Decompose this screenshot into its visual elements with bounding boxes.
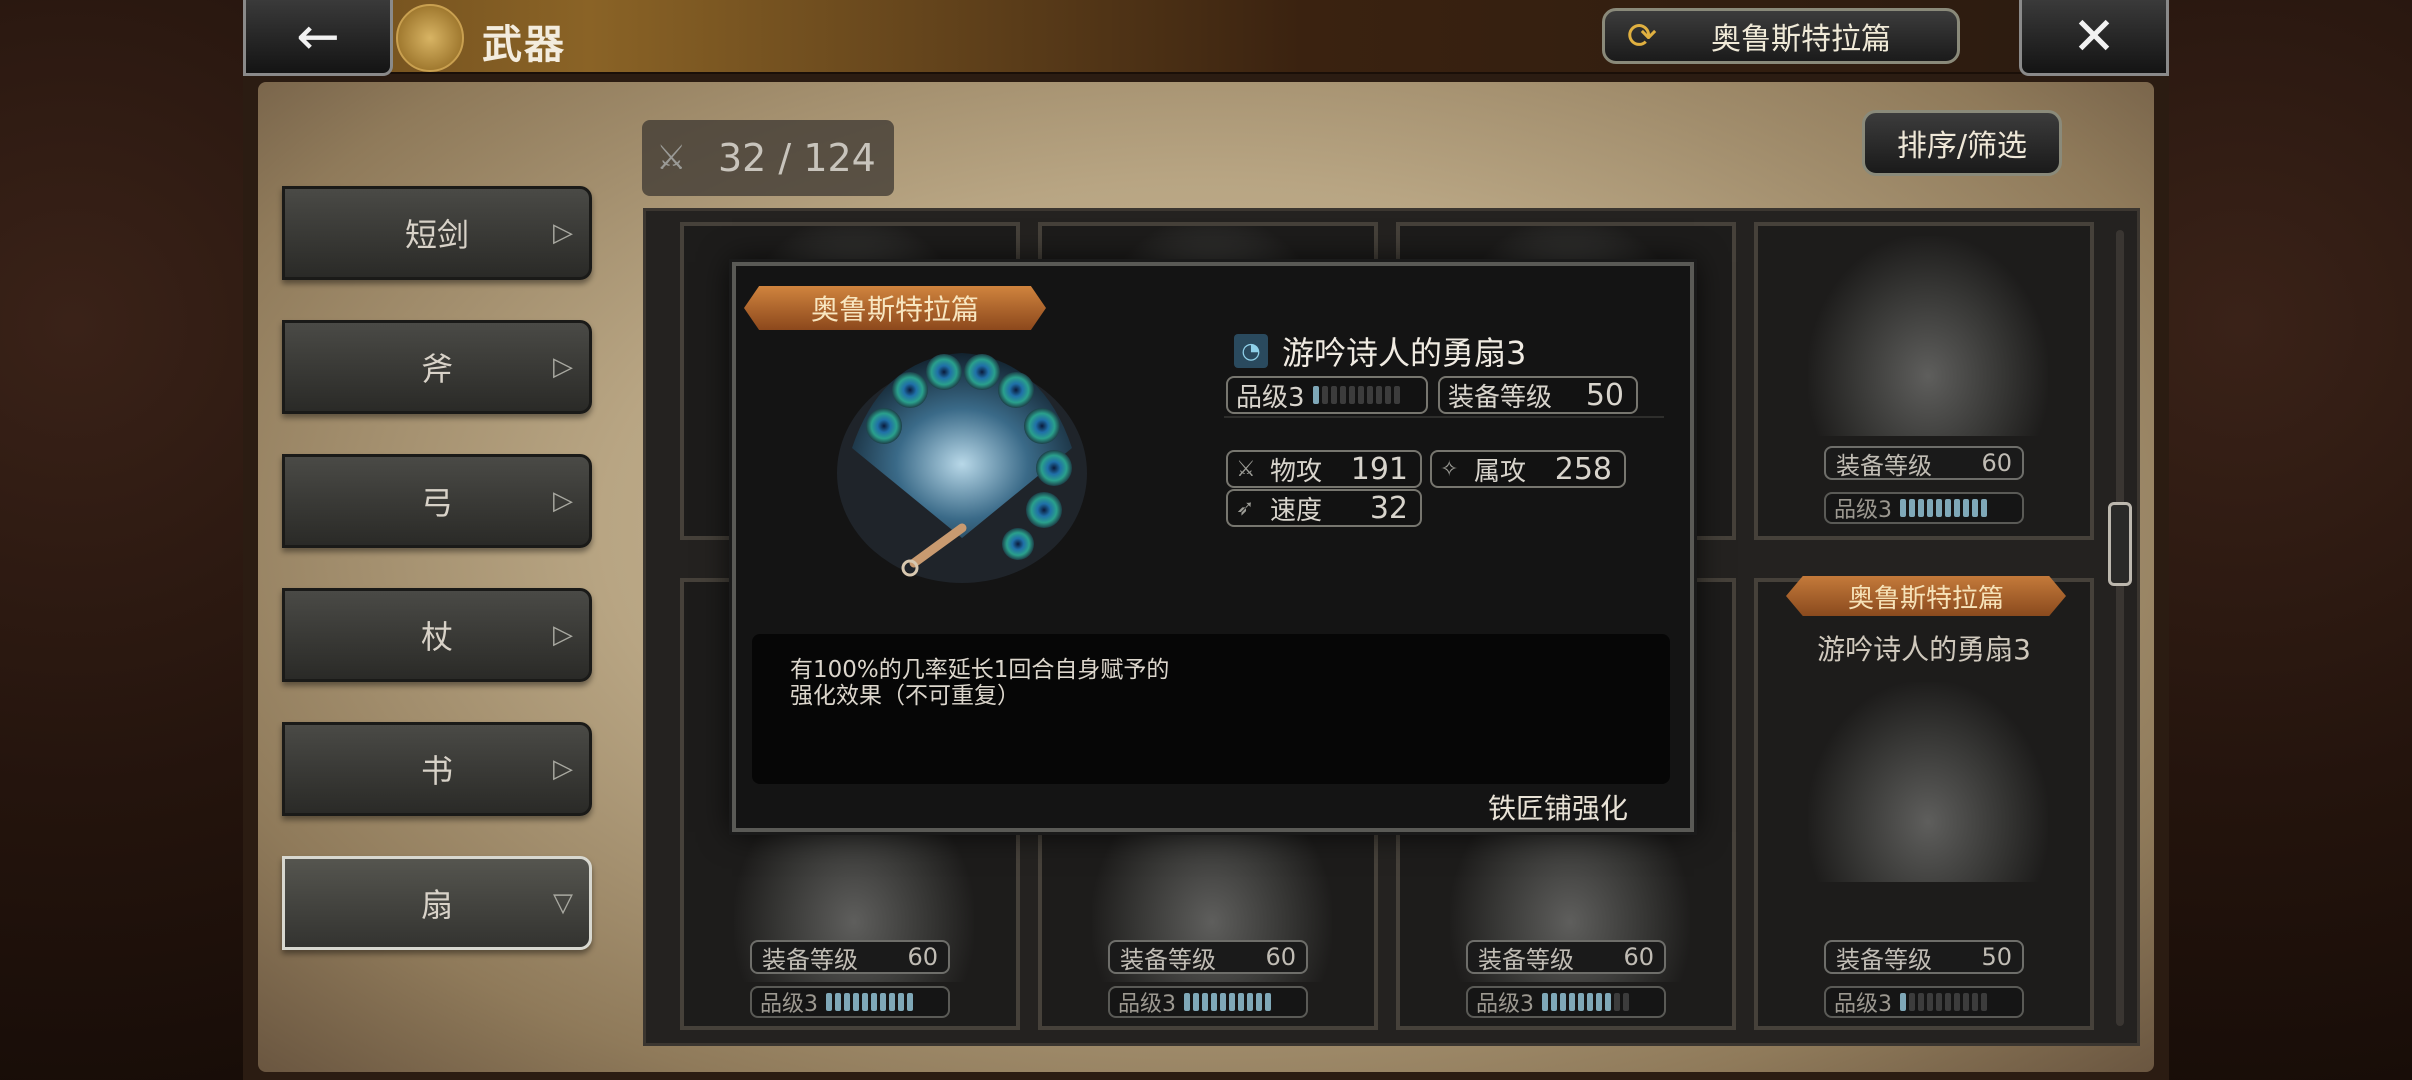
equip-level-label: 装备等级 [1836, 945, 1932, 974]
chevron-right-icon: ▷ [553, 620, 573, 650]
equip-level-label: 装备等级 [1448, 382, 1553, 413]
stat-label: 物攻 [1270, 456, 1323, 487]
sort-filter-button[interactable]: 排序/筛选 [1862, 110, 2062, 176]
weapon-name: 游吟诗人的勇扇3 [1817, 633, 2031, 666]
category-tab-bow[interactable]: 弓 ▷ [282, 454, 592, 548]
equip-level-pill: 装备等级 60 [1108, 940, 1308, 974]
category-tab-tome[interactable]: 书 ▷ [282, 722, 592, 816]
weapon-category-icon [396, 4, 464, 72]
stat-value: 191 [1350, 451, 1408, 487]
equip-level-value: 60 [1265, 943, 1296, 971]
equip-level-value: 60 [907, 943, 938, 971]
stat-label: 速度 [1270, 495, 1323, 526]
category-label: 短剑 [404, 216, 469, 254]
close-icon: ✕ [2072, 6, 2116, 67]
weapon-image [1808, 236, 2048, 436]
category-tab-fan[interactable]: 扇 ▽ [282, 856, 592, 950]
speed-icon: ➶ [1236, 495, 1255, 521]
scrollbar-handle[interactable] [2108, 502, 2132, 586]
scrollbar-track[interactable] [2116, 230, 2124, 1026]
equip-level-pill: 装备等级 50 [1438, 376, 1638, 414]
equip-level-label: 装备等级 [1478, 945, 1574, 974]
inventory-count: ⚔ 32 / 124 [642, 120, 894, 196]
rank-label: 品级3 [1476, 992, 1534, 1017]
divider [1224, 416, 1664, 418]
back-arrow-icon: ← [296, 6, 340, 67]
stat-value: 258 [1554, 451, 1612, 487]
rank-label: 品级3 [1236, 382, 1305, 413]
rank-pill: 品级3 [1824, 492, 2024, 524]
stat-label: 属攻 [1474, 456, 1527, 487]
rank-pill: 品级3 [1466, 986, 1666, 1018]
refresh-icon: ⟳ [1626, 15, 1658, 57]
equip-level-value: 50 [1981, 943, 2012, 971]
weapon-card-selected[interactable]: 奥鲁斯特拉篇 游吟诗人的勇扇3 装备等级 50 品级3 [1754, 576, 2094, 1030]
category-label: 扇 [420, 886, 453, 924]
weapon-card[interactable]: 装备等级 60 品级3 [1754, 222, 2094, 540]
rank-label: 品级3 [1834, 498, 1892, 523]
rank-bar [1542, 993, 1629, 1011]
equip-level-pill: 装备等级 60 [1466, 940, 1666, 974]
page-title: 武器 [482, 22, 566, 68]
category-label: 书 [420, 752, 453, 790]
elem-attack-stat: ✧ 属攻 258 [1430, 450, 1626, 488]
chapter-switch-button[interactable]: ⟳ 奥鲁斯特拉篇 [1602, 8, 1960, 64]
blacksmith-upgrade-link[interactable]: 铁匠铺强化 [1488, 787, 1628, 827]
rank-bar [1900, 993, 1987, 1011]
inventory-count-text: 32 / 124 [718, 136, 876, 180]
rank-pill: 品级3 [1824, 986, 2024, 1018]
item-name-row: ◔ 游吟诗人的勇扇3 [1234, 328, 1526, 374]
chevron-down-icon: ▽ [553, 888, 573, 918]
chevron-right-icon: ▷ [553, 352, 573, 382]
chapter-label: 奥鲁斯特拉篇 [1711, 22, 1891, 57]
rank-bar [1900, 499, 1987, 517]
category-label: 杖 [420, 618, 453, 656]
category-label: 斧 [420, 350, 453, 388]
back-button[interactable]: ← [243, 0, 393, 76]
category-label: 弓 [420, 484, 453, 522]
rank-label: 品级3 [1118, 992, 1176, 1017]
equip-level-pill: 装备等级 50 [1824, 940, 2024, 974]
rank-label: 品级3 [760, 992, 818, 1017]
equip-level-label: 装备等级 [762, 945, 858, 974]
category-tab-axe[interactable]: 斧 ▷ [282, 320, 592, 414]
category-tab-staff[interactable]: 杖 ▷ [282, 588, 592, 682]
chevron-right-icon: ▷ [553, 486, 573, 516]
right-backdrop [2169, 0, 2412, 1080]
chapter-banner: 奥鲁斯特拉篇 [744, 286, 1046, 330]
chapter-banner: 奥鲁斯特拉篇 [1786, 576, 2066, 616]
equip-level-value: 60 [1623, 943, 1654, 971]
rank-bar [1184, 993, 1271, 1011]
equip-level-value: 60 [1981, 449, 2012, 477]
rank-pill: 品级3 [750, 986, 950, 1018]
category-tab-dagger[interactable]: 短剑 ▷ [282, 186, 592, 280]
stat-value: 32 [1369, 490, 1408, 526]
item-name: 游吟诗人的勇扇3 [1282, 334, 1527, 372]
speed-stat: ➶ 速度 32 [1226, 489, 1422, 527]
equip-level-pill: 装备等级 60 [750, 940, 950, 974]
rank-bar [1312, 386, 1400, 404]
elem-attack-icon: ✧ [1440, 456, 1459, 482]
equip-level-label: 装备等级 [1836, 451, 1932, 480]
rank-pill: 品级3 [1108, 986, 1308, 1018]
chevron-right-icon: ▷ [553, 218, 573, 248]
equip-level-pill: 装备等级 60 [1824, 446, 2024, 480]
chevron-right-icon: ▷ [553, 754, 573, 784]
phys-attack-stat: ⚔ 物攻 191 [1226, 450, 1422, 488]
left-backdrop [0, 0, 243, 1080]
phys-attack-icon: ⚔ [1236, 456, 1256, 482]
rank-bar [826, 993, 913, 1011]
rank-pill: 品级3 [1226, 376, 1428, 414]
weapon-image [1808, 682, 2048, 882]
description-text: 强化效果（不可重复） [790, 683, 1020, 709]
equip-level-value: 50 [1585, 377, 1624, 413]
equip-level-label: 装备等级 [1120, 945, 1216, 974]
rank-label: 品级3 [1834, 992, 1892, 1017]
peacock-fan-icon [837, 353, 1087, 583]
close-button[interactable]: ✕ [2019, 0, 2169, 76]
weapon-count-icon: ⚔ [656, 138, 687, 178]
fan-type-icon: ◔ [1234, 334, 1268, 368]
